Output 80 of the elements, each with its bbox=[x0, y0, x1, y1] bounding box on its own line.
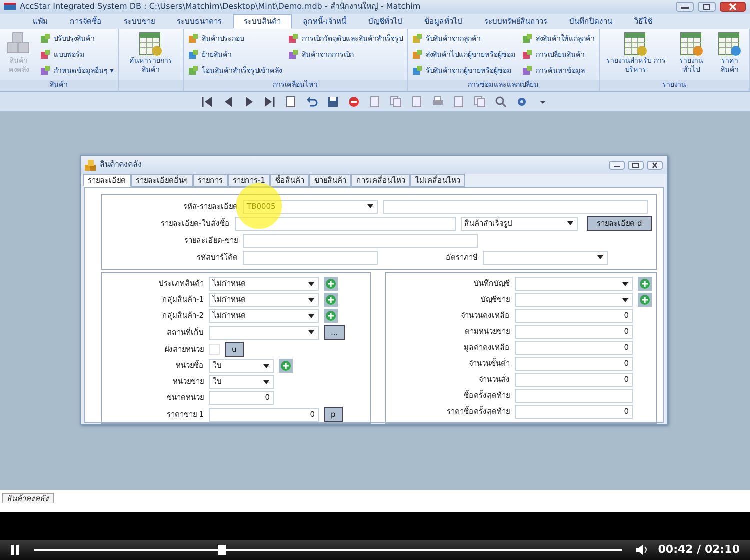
box-icon bbox=[40, 66, 51, 76]
spreadsheet-icon bbox=[716, 31, 743, 57]
maximize-icon[interactable] bbox=[628, 160, 644, 170]
pause-icon[interactable] bbox=[10, 545, 20, 555]
box-icon bbox=[188, 66, 200, 76]
document-icon[interactable] bbox=[411, 96, 423, 108]
document-icon[interactable] bbox=[453, 96, 465, 108]
add-button[interactable] bbox=[638, 293, 652, 307]
box-icon bbox=[412, 66, 424, 76]
box-icon bbox=[522, 50, 534, 60]
box-icon bbox=[522, 34, 534, 44]
add-button[interactable] bbox=[279, 359, 293, 373]
add-icon bbox=[640, 295, 650, 305]
minimize-icon[interactable] bbox=[676, 2, 694, 12]
copy-icon[interactable] bbox=[474, 96, 486, 108]
box-icon bbox=[40, 50, 51, 60]
text-field[interactable] bbox=[243, 250, 378, 264]
caret-icon bbox=[622, 282, 629, 286]
box-icon bbox=[412, 34, 424, 44]
search-icon[interactable] bbox=[495, 96, 507, 108]
add-button[interactable] bbox=[324, 309, 338, 323]
add-icon bbox=[326, 295, 336, 305]
text-field[interactable] bbox=[383, 200, 648, 214]
volume-icon[interactable] bbox=[636, 545, 648, 555]
minimize-icon[interactable] bbox=[609, 160, 625, 170]
maximize-icon[interactable] bbox=[698, 2, 716, 12]
caret-icon bbox=[263, 380, 270, 384]
box-icon bbox=[188, 50, 200, 60]
settings-icon[interactable] bbox=[516, 96, 528, 108]
caret-icon bbox=[308, 330, 315, 335]
dialog-title: สินค้าคงคลัง bbox=[100, 159, 142, 171]
undo-icon[interactable] bbox=[306, 96, 318, 108]
next-icon[interactable] bbox=[243, 96, 255, 108]
caret-icon bbox=[263, 364, 270, 368]
caret-icon bbox=[367, 204, 374, 209]
caret-icon bbox=[308, 314, 315, 318]
caret-icon bbox=[622, 298, 629, 302]
close-icon[interactable] bbox=[647, 160, 663, 170]
text-field[interactable] bbox=[243, 234, 478, 248]
dropdown-field[interactable] bbox=[515, 277, 633, 291]
first-icon[interactable] bbox=[201, 96, 213, 108]
box-icon bbox=[412, 50, 424, 60]
spreadsheet-icon bbox=[138, 31, 164, 57]
time-display: 00:42 / 02:10 bbox=[658, 542, 740, 558]
add-icon bbox=[326, 311, 336, 321]
caret-icon bbox=[308, 298, 315, 302]
app-icon bbox=[4, 3, 16, 11]
caret-icon bbox=[308, 282, 315, 286]
document-icon[interactable] bbox=[369, 96, 381, 108]
add-button[interactable] bbox=[638, 277, 652, 291]
window-title: AccStar Integrated System DB : C:\Users\Matchim\Desktop\Mint\Demo.mdb - สำนักงานใหญ่ - Matchim bbox=[20, 1, 421, 13]
spreadsheet-icon bbox=[623, 31, 650, 57]
close-icon[interactable] bbox=[720, 2, 746, 12]
boxes-icon bbox=[85, 160, 97, 170]
last-icon[interactable] bbox=[264, 96, 276, 108]
copy-icon[interactable] bbox=[390, 96, 402, 108]
box-icon bbox=[188, 34, 200, 44]
add-icon bbox=[281, 361, 291, 371]
dropdown-field[interactable] bbox=[483, 250, 608, 264]
seek-handle[interactable] bbox=[218, 545, 226, 555]
box-icon bbox=[40, 34, 51, 44]
caret-icon bbox=[567, 221, 574, 226]
add-button[interactable] bbox=[324, 277, 338, 291]
add-icon bbox=[326, 279, 336, 289]
box-icon bbox=[522, 66, 534, 76]
dropdown-field[interactable] bbox=[515, 293, 633, 307]
spreadsheet-icon bbox=[678, 31, 705, 57]
checkbox[interactable] bbox=[209, 344, 220, 355]
document-icon[interactable] bbox=[285, 96, 297, 108]
add-icon bbox=[640, 279, 650, 289]
save-icon[interactable] bbox=[327, 96, 339, 108]
box-icon bbox=[288, 34, 300, 44]
delete-icon[interactable] bbox=[348, 96, 360, 108]
print-icon[interactable] bbox=[432, 96, 444, 108]
box-icon bbox=[288, 50, 300, 60]
text-field[interactable] bbox=[234, 216, 456, 230]
dropdown-field[interactable] bbox=[209, 326, 319, 340]
caret-icon bbox=[597, 255, 604, 260]
text-field[interactable] bbox=[515, 389, 633, 403]
add-button[interactable] bbox=[324, 293, 338, 307]
